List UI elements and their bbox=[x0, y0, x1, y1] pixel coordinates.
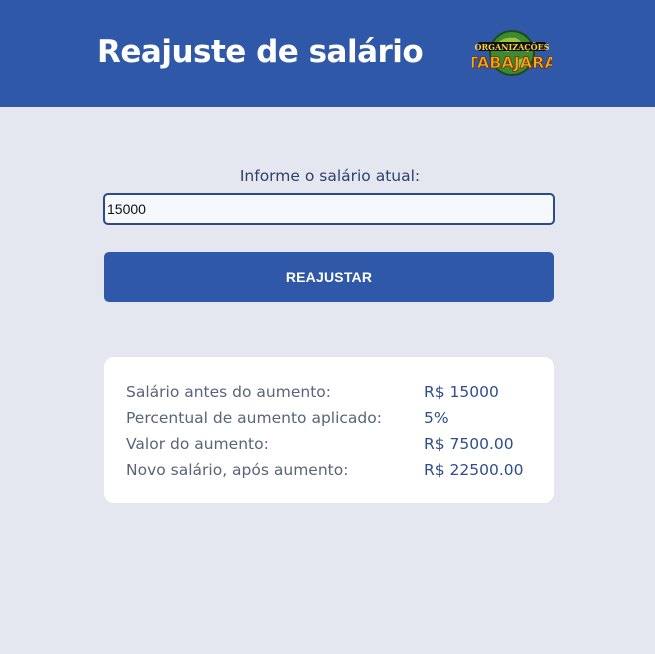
result-label: Salário antes do aumento: bbox=[126, 383, 331, 401]
result-row-percent: Percentual de aumento aplicado: 5% bbox=[126, 406, 546, 430]
result-value: R$ 7500.00 bbox=[424, 435, 514, 453]
result-label: Valor do aumento: bbox=[126, 435, 269, 453]
page-title: Reajuste de salário bbox=[97, 34, 424, 70]
app-header: Reajuste de salário ORGANIZAÇÕES TABAJAR… bbox=[0, 0, 655, 107]
result-label: Percentual de aumento aplicado: bbox=[126, 409, 382, 427]
logo-line2: TABAJARA bbox=[472, 53, 552, 72]
result-row-new-salary: Novo salário, após aumento: R$ 22500.00 bbox=[126, 458, 546, 482]
result-row-increase: Valor do aumento: R$ 7500.00 bbox=[126, 432, 546, 456]
salary-field-label: Informe o salário atual: bbox=[239, 167, 421, 185]
results-card: Salário antes do aumento: R$ 15000 Perce… bbox=[104, 357, 554, 503]
logo-line1: ORGANIZAÇÕES bbox=[475, 42, 550, 52]
result-label: Novo salário, após aumento: bbox=[126, 461, 349, 479]
reajustar-button[interactable]: REAJUSTAR bbox=[104, 252, 554, 302]
result-value: R$ 22500.00 bbox=[424, 461, 524, 479]
result-value: 5% bbox=[424, 409, 449, 427]
tabajara-logo-icon: ORGANIZAÇÕES TABAJARA bbox=[472, 30, 552, 76]
result-value: R$ 15000 bbox=[424, 383, 499, 401]
result-row-salary-before: Salário antes do aumento: R$ 15000 bbox=[126, 380, 546, 404]
salary-input[interactable] bbox=[103, 193, 555, 225]
